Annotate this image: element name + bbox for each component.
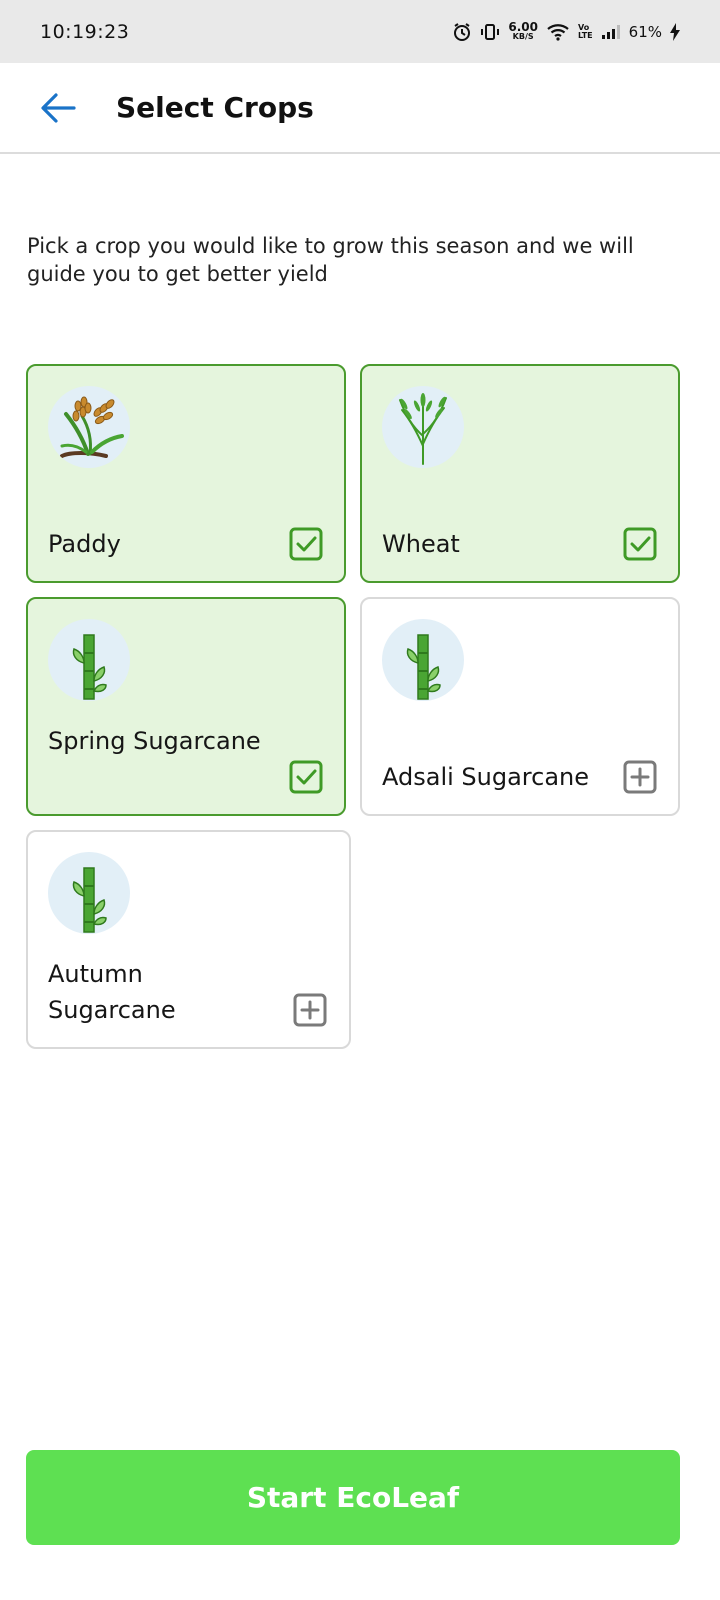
vibrate-icon bbox=[480, 22, 500, 42]
wheat-icon bbox=[382, 386, 464, 468]
crop-card-spring-sugarcane[interactable]: Spring Sugarcane bbox=[26, 597, 346, 816]
status-icons: 6.00 KB/S Vo LTE 61% bbox=[452, 19, 680, 42]
crop-card-paddy[interactable]: Paddy bbox=[26, 364, 346, 583]
signal-icon bbox=[601, 24, 621, 40]
alarm-icon bbox=[452, 22, 472, 42]
crop-label: Spring Sugarcane bbox=[48, 727, 261, 755]
paddy-icon bbox=[48, 386, 130, 468]
page-title: Select Crops bbox=[116, 91, 314, 124]
status-bar: 10:19:23 6.00 KB/S Vo LTE 61% bbox=[0, 0, 720, 63]
network-speed-value: 6.00 bbox=[508, 19, 538, 34]
sugarcane-icon bbox=[48, 852, 130, 934]
crop-card-adsali-sugarcane[interactable]: Adsali Sugarcane bbox=[360, 597, 680, 816]
crop-card-autumn-sugarcane[interactable]: Autumn Sugarcane bbox=[26, 830, 351, 1049]
battery-percent: 61% bbox=[628, 22, 662, 41]
add-plus-icon[interactable] bbox=[622, 759, 658, 795]
page-description: Pick a crop you would like to grow this … bbox=[27, 234, 634, 286]
checkbox-checked-icon[interactable] bbox=[288, 759, 324, 795]
back-button[interactable] bbox=[28, 78, 88, 138]
crop-card-wheat[interactable]: Wheat bbox=[360, 364, 680, 583]
status-time: 10:19:23 bbox=[40, 20, 130, 43]
network-speed: 6.00 KB/S bbox=[508, 19, 538, 41]
wifi-icon bbox=[546, 23, 570, 41]
start-ecoleaf-button[interactable]: Start EcoLeaf bbox=[26, 1450, 680, 1545]
sugarcane-icon bbox=[382, 619, 464, 701]
add-plus-icon[interactable] bbox=[292, 992, 328, 1028]
crop-label: Adsali Sugarcane bbox=[382, 763, 590, 791]
checkbox-checked-icon[interactable] bbox=[622, 526, 658, 562]
app-bar: Select Crops bbox=[0, 63, 720, 154]
sugarcane-icon bbox=[48, 619, 130, 701]
network-speed-unit: KB/S bbox=[512, 31, 534, 41]
back-arrow-icon bbox=[41, 92, 76, 123]
charging-icon bbox=[670, 22, 680, 41]
crop-label: Wheat bbox=[382, 530, 460, 558]
checkbox-checked-icon[interactable] bbox=[288, 526, 324, 562]
crop-label: Paddy bbox=[48, 530, 121, 558]
crop-label: Autumn Sugarcane bbox=[48, 960, 176, 1024]
volte-indicator: Vo LTE bbox=[577, 23, 593, 40]
volte-bottom: LTE bbox=[577, 30, 593, 40]
